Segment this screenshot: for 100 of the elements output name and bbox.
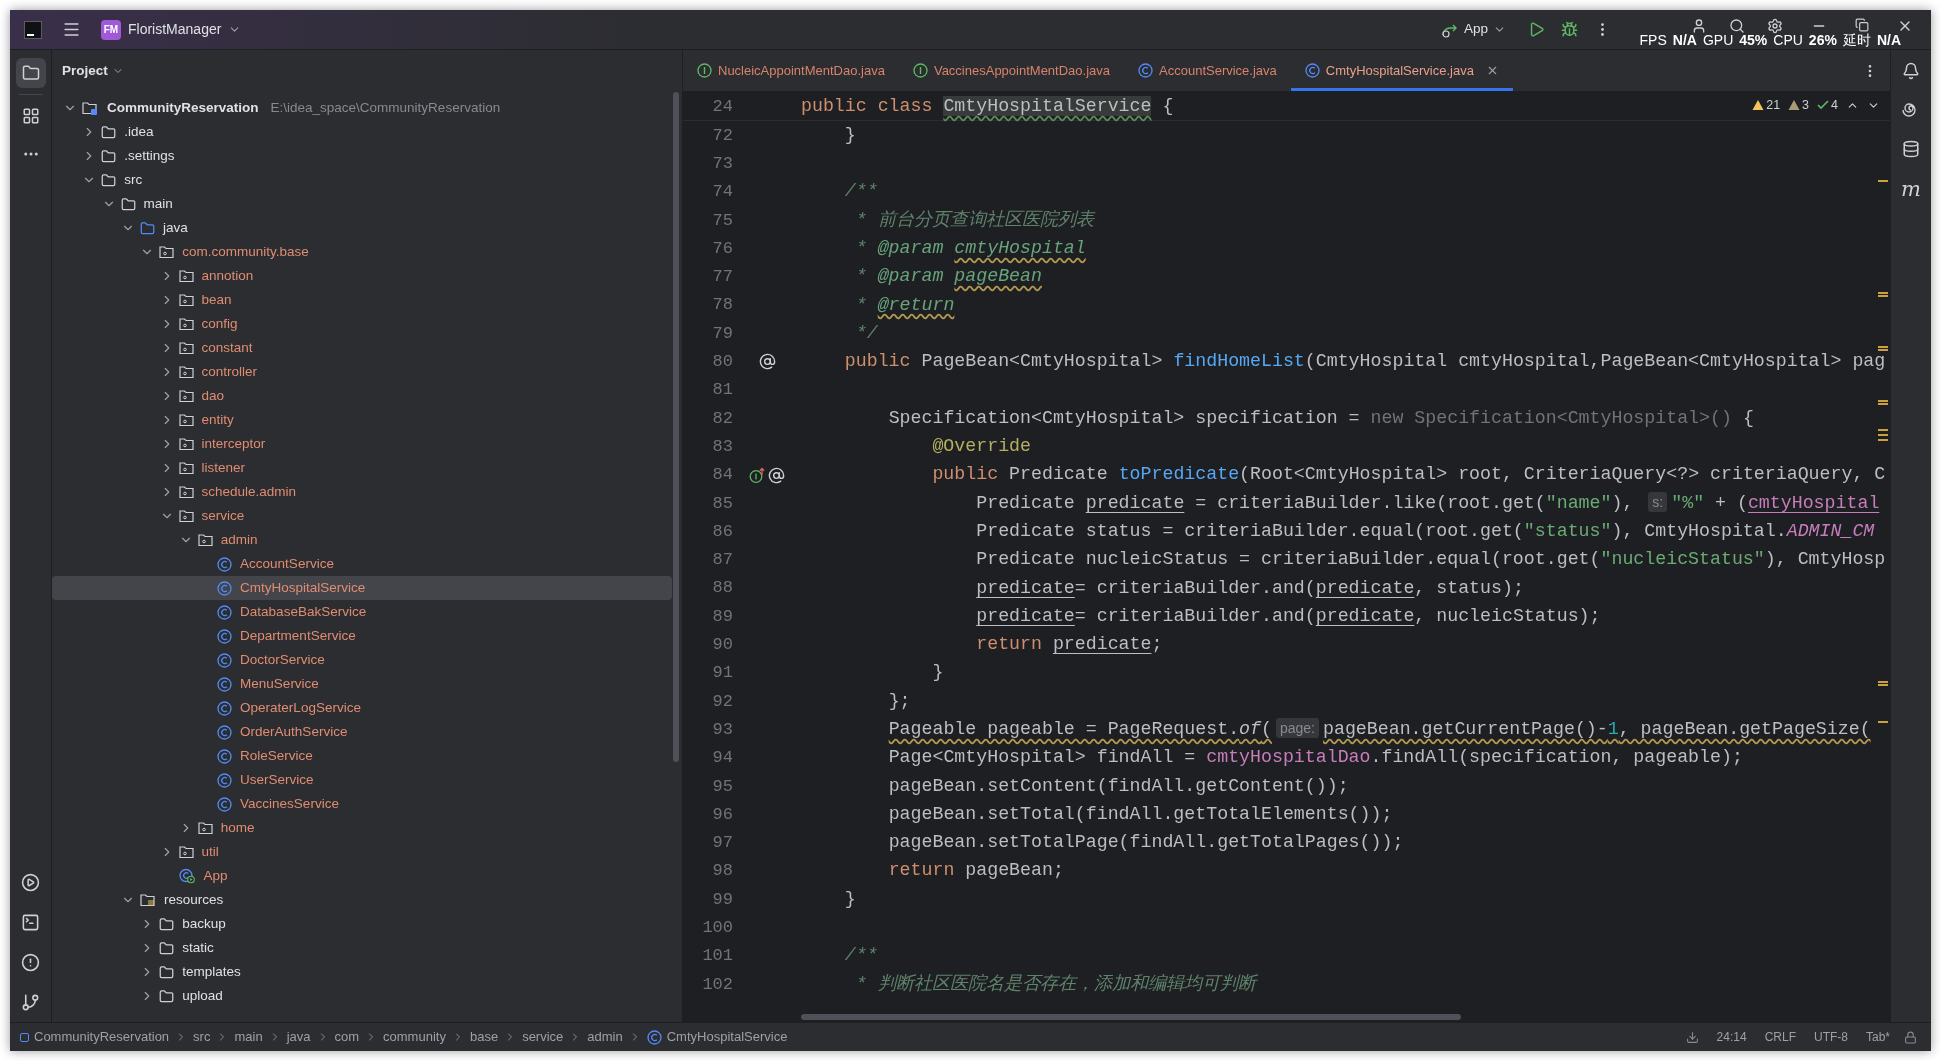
folder-icon (139, 220, 155, 236)
tree-item[interactable]: DoctorService (52, 648, 672, 672)
tool-window-letter[interactable]: m (1901, 179, 1921, 200)
tree-item[interactable]: dao (52, 384, 672, 408)
structure-icon[interactable] (21, 107, 40, 125)
tree-item[interactable]: DatabaseBakService (52, 600, 672, 624)
breadcrumb-item[interactable]: com (334, 1027, 360, 1047)
tree-item[interactable]: service (52, 504, 672, 528)
breadcrumb-item[interactable]: CmtyHospitalService (646, 1027, 788, 1047)
tree-item[interactable]: entity (52, 408, 672, 432)
file-encoding[interactable]: UTF-8 (1813, 1028, 1848, 1046)
tree-item[interactable]: MenuService (52, 672, 672, 696)
account-icon[interactable] (1691, 18, 1707, 34)
debug-icon[interactable] (1561, 21, 1578, 38)
tree-item[interactable]: resources (52, 888, 672, 912)
code-line: public class CmtyHospitalService { (801, 94, 1174, 118)
tree-item[interactable]: annotion (52, 264, 672, 288)
code-line: */ (854, 321, 878, 345)
terminal-icon[interactable] (21, 913, 40, 932)
tree-item[interactable]: OrderAuthService (52, 720, 672, 744)
tree-item[interactable]: com.community.base (52, 240, 672, 264)
tree-item[interactable]: bean (52, 288, 672, 312)
git-icon[interactable] (21, 993, 40, 1012)
tree-item-label: annotion (201, 266, 254, 285)
line-number: 72 (711, 124, 733, 147)
indent-setting[interactable]: Tab* (1865, 1028, 1890, 1046)
settings-icon[interactable] (1767, 18, 1783, 34)
code-line: * 前台分页查询社区医院列表 (854, 208, 1094, 232)
breadcrumb-item[interactable]: admin (587, 1027, 623, 1047)
tree-item[interactable]: App (52, 864, 672, 888)
tree-item[interactable]: interceptor (52, 432, 672, 456)
tree-item[interactable]: controller (52, 360, 672, 384)
implements-method-icon[interactable] (749, 466, 766, 484)
inspection-count[interactable]: 3 (1788, 96, 1810, 115)
tree-item[interactable]: main (52, 192, 672, 216)
inspection-count[interactable]: 21 (1752, 96, 1781, 115)
at-sign-icon[interactable] (768, 466, 785, 484)
breadcrumb-item[interactable]: community (383, 1027, 446, 1047)
tree-item-label: util (201, 842, 219, 861)
inspection-count[interactable]: 4 (1817, 96, 1838, 115)
lock-icon[interactable] (1904, 1030, 1917, 1044)
tree-item[interactable]: VaccinesService (52, 792, 672, 816)
tree-item[interactable]: home (52, 816, 672, 840)
project-tool-button[interactable] (15, 58, 46, 88)
breadcrumb-item[interactable]: java (286, 1027, 311, 1047)
notifications-icon[interactable] (1902, 62, 1920, 80)
run-tool-icon[interactable] (21, 873, 40, 892)
run-icon[interactable] (1528, 21, 1545, 38)
breadcrumb-item[interactable]: base (469, 1027, 499, 1047)
tree-item[interactable]: templates (52, 960, 672, 984)
line-number: 86 (711, 520, 733, 543)
tree-item-label: controller (201, 362, 258, 381)
editor-tab[interactable]: VaccinesAppointMentDao.java (898, 50, 1125, 91)
caret-position[interactable]: 24:14 (1716, 1028, 1747, 1046)
tree-item-label: service (201, 506, 245, 525)
breadcrumb-item[interactable]: CommunityReservation (20, 1027, 170, 1047)
menu-icon[interactable] (62, 20, 81, 39)
breadcrumb-item[interactable]: main (234, 1027, 263, 1047)
tree-item[interactable]: java (52, 216, 672, 240)
code-line: Page<CmtyHospital> findAll = cmtyHospitalDao.findAll(specification, pageable); (887, 746, 1743, 770)
tree-item[interactable]: .settings (52, 144, 672, 168)
tree-item[interactable]: UserService (52, 768, 672, 792)
breadcrumb-item[interactable]: service (522, 1027, 564, 1047)
tree-item[interactable]: upload (52, 984, 672, 1008)
editor-tab[interactable]: NucleicAppointMentDao.java (683, 50, 899, 91)
tree-item[interactable]: DepartmentService (52, 624, 672, 648)
tree-item[interactable]: backup (52, 912, 672, 936)
tree-item[interactable]: OperaterLogService (52, 696, 672, 720)
editor-tab[interactable]: AccountService.java (1124, 50, 1291, 91)
code-line: public Predicate toPredicate(Root<CmtyHospital> root, CriteriaQuery<?> criteriaQuery, C (931, 463, 1886, 487)
tree-item[interactable]: config (52, 312, 672, 336)
perf-label: 延时 (1842, 31, 1871, 50)
tree-item[interactable]: src (52, 168, 672, 192)
scrollbar-thumb[interactable] (673, 92, 679, 762)
project-badge: FM (101, 19, 121, 40)
breadcrumb-item[interactable]: src (193, 1027, 211, 1047)
tree-item[interactable]: .idea (52, 120, 672, 144)
line-number: 24 (711, 95, 733, 118)
tree-item[interactable]: admin (52, 528, 672, 552)
tree-item[interactable]: constant (52, 336, 672, 360)
project-view-selector[interactable]: Project (62, 60, 124, 82)
horizontal-scrollbar-thumb[interactable] (801, 1014, 1461, 1020)
search-icon[interactable] (1729, 18, 1745, 34)
run-config-selector[interactable]: App (1440, 19, 1506, 40)
at-sign-icon[interactable] (758, 353, 776, 371)
tree-item[interactable]: listener (52, 456, 672, 480)
tree-item[interactable]: CommunityReservation E:\idea_space\CommunityReservation (52, 96, 672, 120)
tree-item[interactable]: schedule.admin (52, 480, 672, 504)
tree-item[interactable]: RoleService (52, 744, 672, 768)
tree-item[interactable]: AccountService (52, 552, 672, 576)
problems-icon[interactable] (21, 953, 40, 972)
database-icon[interactable] (1902, 140, 1920, 158)
line-separator[interactable]: CRLF (1764, 1028, 1796, 1046)
restore-icon[interactable] (1855, 18, 1869, 32)
runnable-class-icon (178, 868, 196, 884)
tree-item[interactable]: static (52, 936, 672, 960)
tree-item[interactable]: util (52, 840, 672, 864)
tree-item[interactable]: CmtyHospitalService (52, 576, 672, 600)
download-icon[interactable] (1685, 1030, 1699, 1044)
project-switcher[interactable]: FM FloristManager (97, 19, 246, 40)
